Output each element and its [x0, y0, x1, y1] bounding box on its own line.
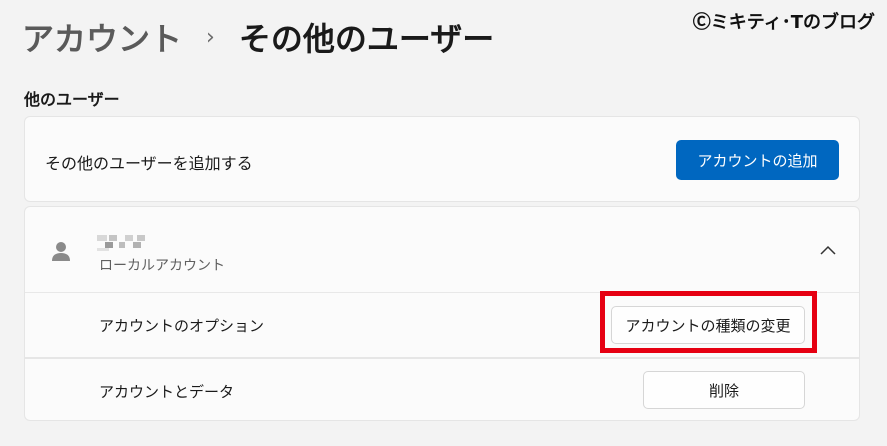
delete-button[interactable]: 削除 — [643, 371, 805, 409]
add-user-label: その他のユーザーを追加する — [45, 154, 253, 173]
add-account-button[interactable]: アカウントの追加 — [676, 140, 839, 180]
add-user-card: その他のユーザーを追加する アカウントの追加 — [24, 116, 860, 202]
section-title: 他のユーザー — [24, 90, 120, 109]
account-type-label: ローカルアカウント — [99, 258, 225, 274]
page-title: その他のユーザー — [238, 20, 495, 58]
user-header[interactable]: ローカルアカウント — [25, 207, 859, 292]
breadcrumb-accounts-link[interactable]: アカウント — [22, 14, 182, 60]
chevron-up-icon[interactable] — [819, 241, 837, 255]
account-data-label: アカウントとデータ — [99, 383, 235, 401]
highlight-box — [600, 291, 817, 353]
breadcrumb-separator: › — [206, 24, 215, 50]
user-name-obscured — [97, 235, 151, 251]
person-icon — [49, 239, 73, 263]
breadcrumb: アカウント › その他のユーザー — [22, 14, 494, 60]
watermark: Ⓒミキティ･Tのブログ — [692, 12, 875, 33]
account-options-label: アカウントのオプション — [99, 317, 265, 335]
account-data-row: アカウントとデータ 削除 — [25, 357, 859, 420]
